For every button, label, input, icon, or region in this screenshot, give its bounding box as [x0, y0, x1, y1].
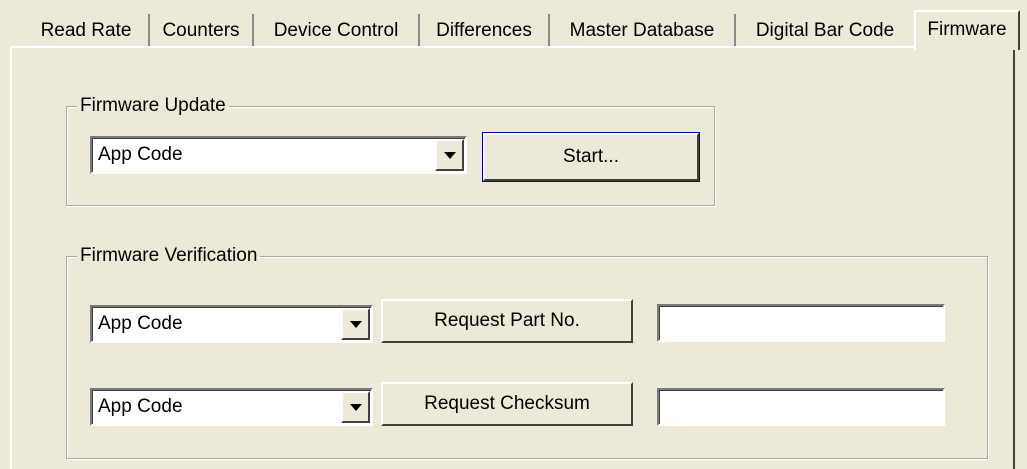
tab-device-control[interactable]: Device Control: [254, 14, 420, 48]
tab-strip: Read Rate Counters Device Control Differ…: [0, 0, 1027, 50]
part-number-result-field[interactable]: [657, 304, 945, 342]
firmware-update-code-value: App Code: [98, 144, 183, 165]
firmware-verification-group: Firmware Verification: [66, 244, 988, 459]
request-checksum-button[interactable]: Request Checksum: [381, 382, 633, 426]
tab-counters[interactable]: Counters: [150, 14, 254, 48]
start-button[interactable]: Start...: [482, 132, 700, 182]
request-part-number-button[interactable]: Request Part No.: [381, 299, 633, 343]
firmware-update-code-select[interactable]: App Code: [90, 136, 467, 174]
firmware-update-title: Firmware Update: [77, 94, 229, 118]
chevron-down-icon[interactable]: [435, 139, 464, 171]
tab-read-rate[interactable]: Read Rate: [24, 14, 150, 48]
checksum-code-select[interactable]: App Code: [90, 388, 373, 426]
firmware-verification-title: Firmware Verification: [77, 244, 261, 268]
checksum-result-field[interactable]: [657, 388, 945, 426]
chevron-down-icon[interactable]: [341, 391, 370, 423]
tab-digital-bar-code[interactable]: Digital Bar Code: [736, 14, 914, 48]
part-number-code-value: App Code: [98, 313, 183, 334]
tab-firmware[interactable]: Firmware: [914, 10, 1020, 50]
tab-differences[interactable]: Differences: [420, 14, 550, 48]
chevron-down-icon[interactable]: [341, 308, 370, 340]
part-number-code-select[interactable]: App Code: [90, 305, 373, 343]
checksum-code-value: App Code: [98, 396, 183, 417]
firmware-tab-panel: Firmware Update App Code Start... Firmwa…: [10, 46, 1015, 469]
tab-master-database[interactable]: Master Database: [550, 14, 736, 48]
